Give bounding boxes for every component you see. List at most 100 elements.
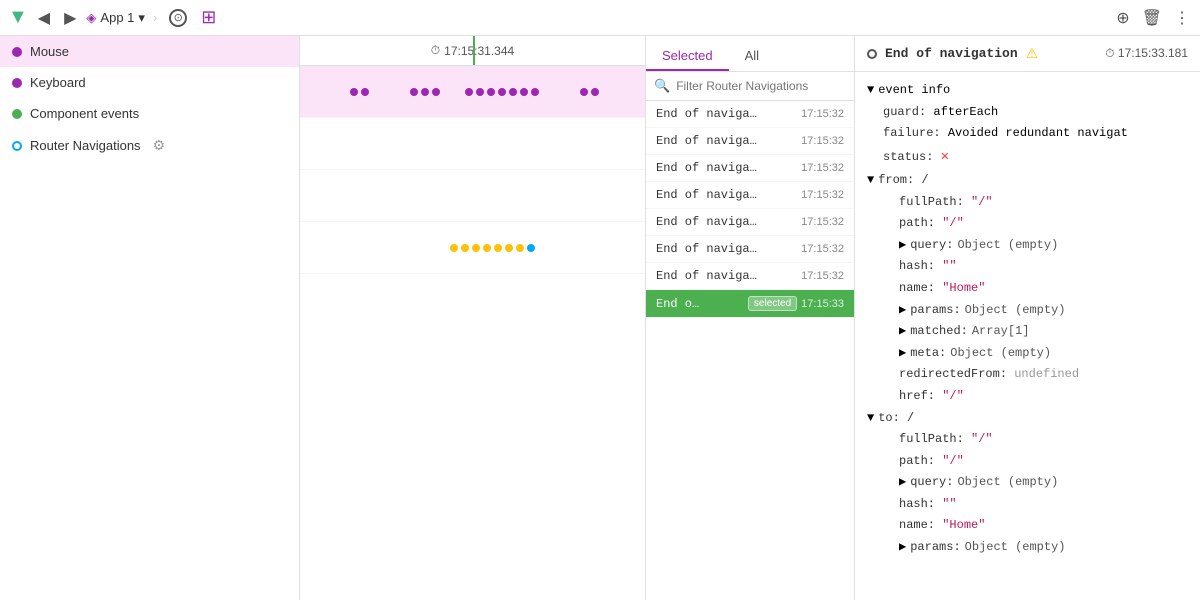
mouse-dot-3: [410, 88, 418, 96]
router-dot-5: [494, 244, 502, 252]
params-value: Object (empty): [965, 300, 1066, 322]
event-item-8[interactable]: End o… selected 17:15:33: [646, 290, 854, 318]
event-name-3: End of naviga…: [656, 161, 797, 175]
timeline-row-keyboard: [300, 118, 645, 170]
detail-timestamp: 17:15:33.181: [1118, 46, 1188, 60]
mouse-dots-3: [465, 88, 539, 96]
field-redirected-value: undefined: [1014, 367, 1079, 381]
detail-circle-icon: [867, 49, 877, 59]
timeline-cursor: [473, 36, 475, 65]
events-list: End of naviga… 17:15:32 End of naviga… 1…: [646, 101, 854, 600]
component-events-dot: [12, 109, 22, 119]
tab-selected[interactable]: Selected: [646, 42, 729, 71]
app-icon: ◈: [86, 10, 96, 26]
add-button[interactable]: ⊕: [1114, 6, 1131, 30]
from-section[interactable]: ▼ from: /: [867, 170, 1188, 192]
timeline-header: ⏱ 17:15:31.344: [300, 36, 645, 66]
field-fullpath-key: fullPath:: [899, 195, 971, 209]
clock-icon: ⏱: [1105, 46, 1114, 60]
meta-section[interactable]: ▶ meta: Object (empty): [867, 343, 1188, 365]
keyboard-dot: [12, 78, 22, 88]
toolbar: ▼ ◀ ▶ ◈ App 1 ▾ › ⊙ ⊞ ⊕ 🗑 ⋮: [0, 0, 1200, 36]
event-info-section[interactable]: ▼ event info: [867, 80, 1188, 102]
field-failure-value: Avoided redundant navigat: [948, 126, 1128, 140]
timeline: ⏱ 17:15:31.344: [300, 36, 645, 600]
router-dot-2: [461, 244, 469, 252]
app-selector[interactable]: ◈ App 1 ▾: [86, 10, 145, 26]
field-name-key: name:: [899, 281, 942, 295]
event-time-8: 17:15:33: [801, 298, 844, 310]
field-failure: failure: Avoided redundant navigat: [867, 123, 1188, 145]
sidebar-item-label-router-navigations: Router Navigations: [30, 138, 141, 153]
detail-body: ▼ event info guard: afterEach failure: A…: [855, 72, 1200, 600]
event-time-2: 17:15:32: [801, 135, 844, 147]
grid-button[interactable]: ⊞: [197, 5, 220, 30]
event-time-7: 17:15:32: [801, 270, 844, 282]
field-guard-value: afterEach: [933, 105, 998, 119]
matched-key: matched:: [910, 321, 968, 343]
params-to-key: params:: [910, 537, 960, 559]
to-section[interactable]: ▼ to: /: [867, 408, 1188, 430]
params-section[interactable]: ▶ params: Object (empty): [867, 300, 1188, 322]
compass-button[interactable]: ⊙: [165, 6, 191, 29]
query-to-toggle: ▶: [899, 472, 906, 494]
router-dot-3: [472, 244, 480, 252]
field-hash-to-key: hash:: [899, 497, 942, 511]
field-path-from: path: "/": [867, 213, 1188, 235]
event-item-2[interactable]: End of naviga… 17:15:32: [646, 128, 854, 155]
sidebar-item-keyboard[interactable]: Keyboard: [0, 67, 299, 98]
matched-section[interactable]: ▶ matched: Array[1]: [867, 321, 1188, 343]
delete-button[interactable]: 🗑: [1140, 6, 1164, 30]
field-status: status: ✕: [867, 145, 1188, 170]
field-name-to-key: name:: [899, 518, 942, 532]
events-search: 🔍: [646, 72, 854, 101]
tab-all[interactable]: All: [729, 42, 775, 71]
field-name-to: name: "Home": [867, 515, 1188, 537]
sidebar-item-mouse[interactable]: Mouse: [0, 36, 299, 67]
meta-toggle: ▶: [899, 343, 906, 365]
more-button[interactable]: ⋮: [1172, 6, 1192, 30]
event-item-6[interactable]: End of naviga… 17:15:32: [646, 236, 854, 263]
router-dot-1: [450, 244, 458, 252]
meta-key: meta:: [910, 343, 946, 365]
section-label: event info: [878, 80, 950, 102]
event-item-3[interactable]: End of naviga… 17:15:32: [646, 155, 854, 182]
query-to-section[interactable]: ▶ query: Object (empty): [867, 472, 1188, 494]
params-to-section[interactable]: ▶ params: Object (empty): [867, 537, 1188, 559]
forward-button[interactable]: ▶: [60, 6, 80, 30]
field-guard-key: guard:: [883, 105, 933, 119]
mouse-dot: [12, 47, 22, 57]
meta-value: Object (empty): [950, 343, 1051, 365]
from-key: from: /: [878, 170, 928, 192]
query-section[interactable]: ▶ query: Object (empty): [867, 235, 1188, 257]
router-navigations-dot: [12, 141, 22, 151]
sidebar: Mouse Keyboard Component events Router N…: [0, 36, 300, 600]
search-input[interactable]: [676, 79, 846, 93]
params-key: params:: [910, 300, 960, 322]
event-item-7[interactable]: End of naviga… 17:15:32: [646, 263, 854, 290]
params-to-toggle: ▶: [899, 537, 906, 559]
settings-icon[interactable]: ⚙: [153, 137, 166, 154]
sidebar-item-router-navigations[interactable]: Router Navigations ⚙: [0, 129, 299, 162]
vue-logo-icon: ▼: [8, 6, 28, 29]
mouse-dot-1: [350, 88, 358, 96]
event-item-4[interactable]: End of naviga… 17:15:32: [646, 182, 854, 209]
compass-icon: ⊙: [169, 9, 187, 27]
field-hash-from: hash: "": [867, 256, 1188, 278]
sidebar-item-component-events[interactable]: Component events: [0, 98, 299, 129]
event-item-1[interactable]: End of naviga… 17:15:32: [646, 101, 854, 128]
events-panel: Selected All 🔍 End of naviga… 17:15:32 E…: [645, 36, 855, 600]
matched-toggle: ▶: [899, 321, 906, 343]
matched-value: Array[1]: [972, 321, 1030, 343]
event-item-5[interactable]: End of naviga… 17:15:32: [646, 209, 854, 236]
event-name-7: End of naviga…: [656, 269, 797, 283]
main-content: Mouse Keyboard Component events Router N…: [0, 36, 1200, 600]
event-name-8: End o…: [656, 297, 744, 311]
event-name-4: End of naviga…: [656, 188, 797, 202]
to-toggle: ▼: [867, 408, 874, 430]
to-key: to: /: [878, 408, 914, 430]
back-button[interactable]: ◀: [34, 6, 54, 30]
from-toggle: ▼: [867, 170, 874, 192]
router-dot-4: [483, 244, 491, 252]
field-hash-to: hash: "": [867, 494, 1188, 516]
